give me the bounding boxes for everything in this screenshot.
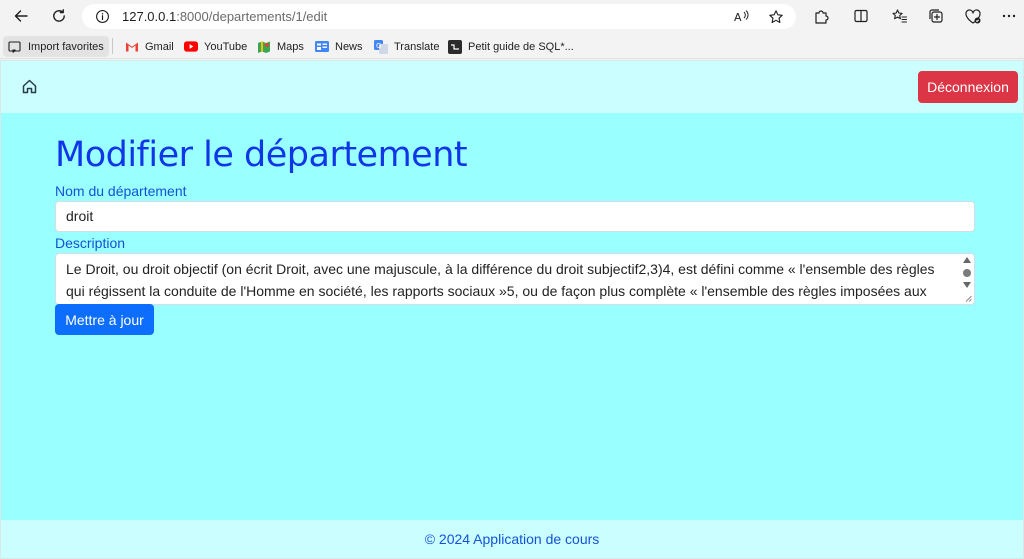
bookmark-label: Maps [277,40,304,53]
puzzle-icon [814,9,829,24]
maps-icon [257,40,271,54]
browser-toolbar: 127.0.0.1:8000/departements/1/edit A [0,0,1024,33]
bookmark-label: Gmail [145,40,174,53]
more-dots-icon [1002,14,1016,18]
scroll-thumb[interactable] [963,269,971,277]
web-page: Déconnexion Modifier le département Nom … [0,60,1024,559]
navbar: Déconnexion [1,61,1023,113]
bookmark-translate[interactable]: G Translate [374,36,439,57]
favorites-button[interactable] [886,4,912,28]
reload-button[interactable] [46,4,72,28]
bookmark-youtube[interactable]: YouTube [184,36,247,57]
resize-handle-icon[interactable] [965,295,972,302]
url-text: 127.0.0.1:8000/departements/1/edit [122,9,327,24]
update-button[interactable]: Mettre à jour [55,304,154,335]
bookmark-label: News [335,40,363,53]
page-title: Modifier le département [55,135,468,175]
address-bar[interactable]: 127.0.0.1:8000/departements/1/edit A [82,4,796,29]
bookmark-label: Import favorites [28,40,104,53]
bookmark-maps[interactable]: Maps [257,36,304,57]
back-arrow-icon [14,10,28,22]
collections-button[interactable] [923,4,949,28]
home-icon [22,79,36,93]
bookmark-label: YouTube [204,40,248,53]
split-screen-icon [854,9,868,23]
home-link[interactable] [19,76,39,96]
collections-icon [928,8,943,23]
bookmark-gmail[interactable]: Gmail [125,36,174,57]
gmail-icon [125,40,139,54]
logout-button[interactable]: Déconnexion [918,71,1018,103]
bookmark-label: Translate [394,40,440,53]
bookmarks-bar: Import favorites Gmail YouTube Maps News… [0,33,1024,59]
url-path: :8000/departements/1/edit [176,9,328,24]
favorites-list-icon [891,8,907,23]
browser-essentials-button[interactable] [960,4,986,28]
bookmark-import-favorites[interactable]: Import favorites [3,36,109,57]
reload-icon [53,9,65,22]
split-screen-button[interactable] [848,4,874,28]
description-text: Le Droit, ou droit objectif (on écrit Dr… [66,261,935,299]
import-icon [8,40,22,54]
footer-copyright: © 2024 Application de cours [1,520,1023,558]
youtube-icon [184,40,198,54]
read-aloud-icon[interactable]: A [732,7,751,26]
svg-text:G: G [376,42,381,50]
favorite-star-icon[interactable] [766,7,785,26]
department-name-input[interactable]: droit [55,201,975,232]
department-name-label: Nom du département [55,183,187,199]
back-button[interactable] [8,4,34,28]
heart-pulse-icon [965,8,981,24]
description-label: Description [55,235,126,251]
bookmark-sql-guide[interactable]: Petit guide de SQL*... [448,36,574,57]
svg-text:A: A [734,11,742,24]
description-textarea[interactable]: Le Droit, ou droit objectif (on écrit Dr… [55,253,975,305]
bookmark-news[interactable]: News [315,36,363,57]
scroll-down-arrow-icon[interactable] [963,282,971,288]
bookmark-label: Petit guide de SQL*... [468,40,574,53]
news-icon [315,40,329,54]
url-host: 127.0.0.1 [122,9,177,24]
site-info-icon[interactable] [94,8,111,25]
extensions-button[interactable] [808,4,834,28]
translate-icon: G [374,39,388,54]
bookmarks-separator [112,38,113,54]
settings-menu-button[interactable] [996,4,1022,28]
sql-guide-icon [448,39,462,54]
scroll-up-arrow-icon[interactable] [963,257,971,263]
